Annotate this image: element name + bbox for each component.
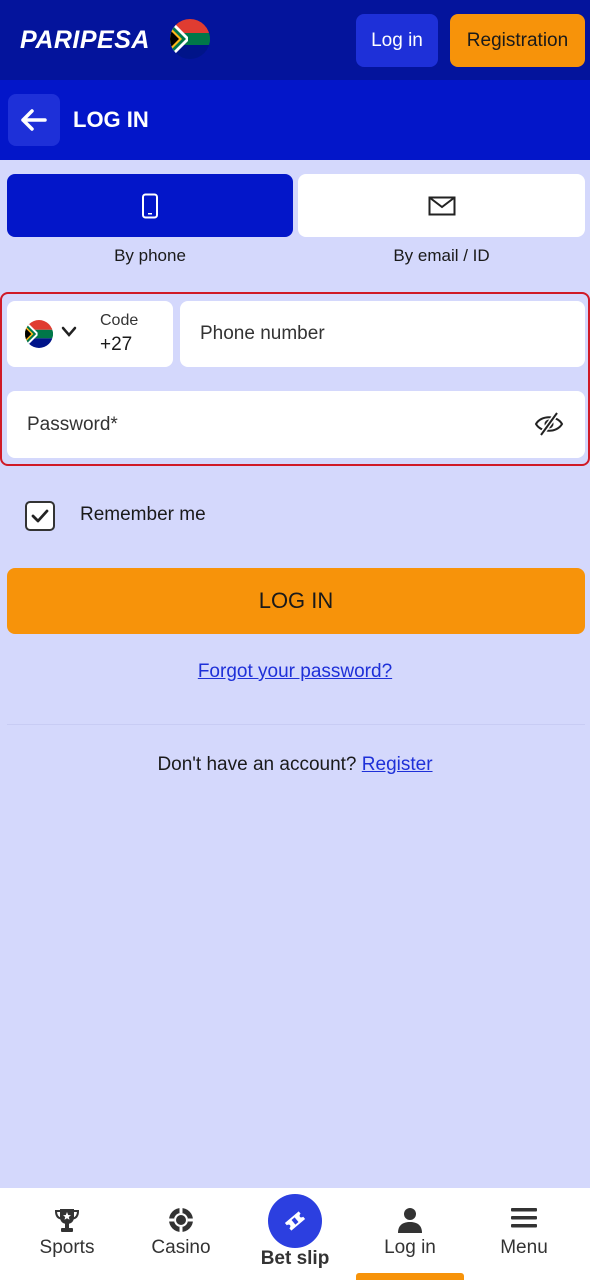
arrow-left-icon [21,109,47,131]
check-icon [31,509,49,523]
phone-icon [142,193,158,218]
password-field[interactable] [7,391,585,458]
page-title: LOG IN [73,107,149,132]
south-africa-flag-icon[interactable] [170,19,210,59]
nav-casino-label: Casino [151,1237,211,1258]
nav-menu-label: Menu [500,1237,548,1258]
phone-number-input[interactable] [180,301,585,367]
ticket-icon [284,1211,306,1231]
chevron-down-icon [61,326,77,337]
nav-casino[interactable]: Casino [131,1188,231,1280]
top-header: PARIPESA Log in Registration [0,0,590,80]
nav-sports[interactable]: Sports [17,1188,117,1280]
tab-by-email-label[interactable]: By email / ID [298,246,585,266]
casino-chip-icon [169,1208,193,1232]
register-link[interactable]: Register [362,754,433,775]
no-account-row: Don't have an account? Register [0,754,590,776]
tab-by-phone-label[interactable]: By phone [7,246,293,266]
nav-bet-slip-label[interactable]: Bet slip [236,1248,354,1270]
nav-bet-slip[interactable] [268,1194,322,1248]
country-code-select[interactable]: Code +27 [7,301,173,367]
brand-logo[interactable]: PARIPESA [20,26,150,55]
divider [7,724,585,725]
envelope-icon [428,196,455,215]
trophy-icon [54,1209,80,1232]
tab-by-email[interactable] [298,174,585,237]
nav-login[interactable]: Log in [360,1188,460,1280]
tab-by-phone[interactable] [7,174,293,237]
no-account-text: Don't have an account? [157,754,357,775]
user-icon [398,1208,422,1233]
code-label: Code [100,312,139,329]
back-button[interactable] [8,94,60,146]
header-login-button[interactable]: Log in [356,14,438,67]
password-input[interactable] [7,391,527,458]
nav-menu[interactable]: Menu [474,1188,574,1280]
menu-icon [511,1208,537,1228]
nav-login-label: Log in [384,1237,436,1258]
south-africa-flag-icon [25,320,53,348]
nav-sports-label: Sports [39,1237,95,1258]
forgot-password-link[interactable]: Forgot your password? [0,661,590,683]
login-submit-button[interactable]: LOG IN [7,568,585,634]
code-value: +27 [100,334,133,355]
remember-me-label[interactable]: Remember me [80,504,206,526]
active-tab-indicator [356,1273,464,1280]
header-registration-button[interactable]: Registration [450,14,585,67]
page-header: LOG IN [0,80,590,160]
eye-slash-icon[interactable] [534,411,564,437]
remember-me-checkbox[interactable] [25,501,55,531]
